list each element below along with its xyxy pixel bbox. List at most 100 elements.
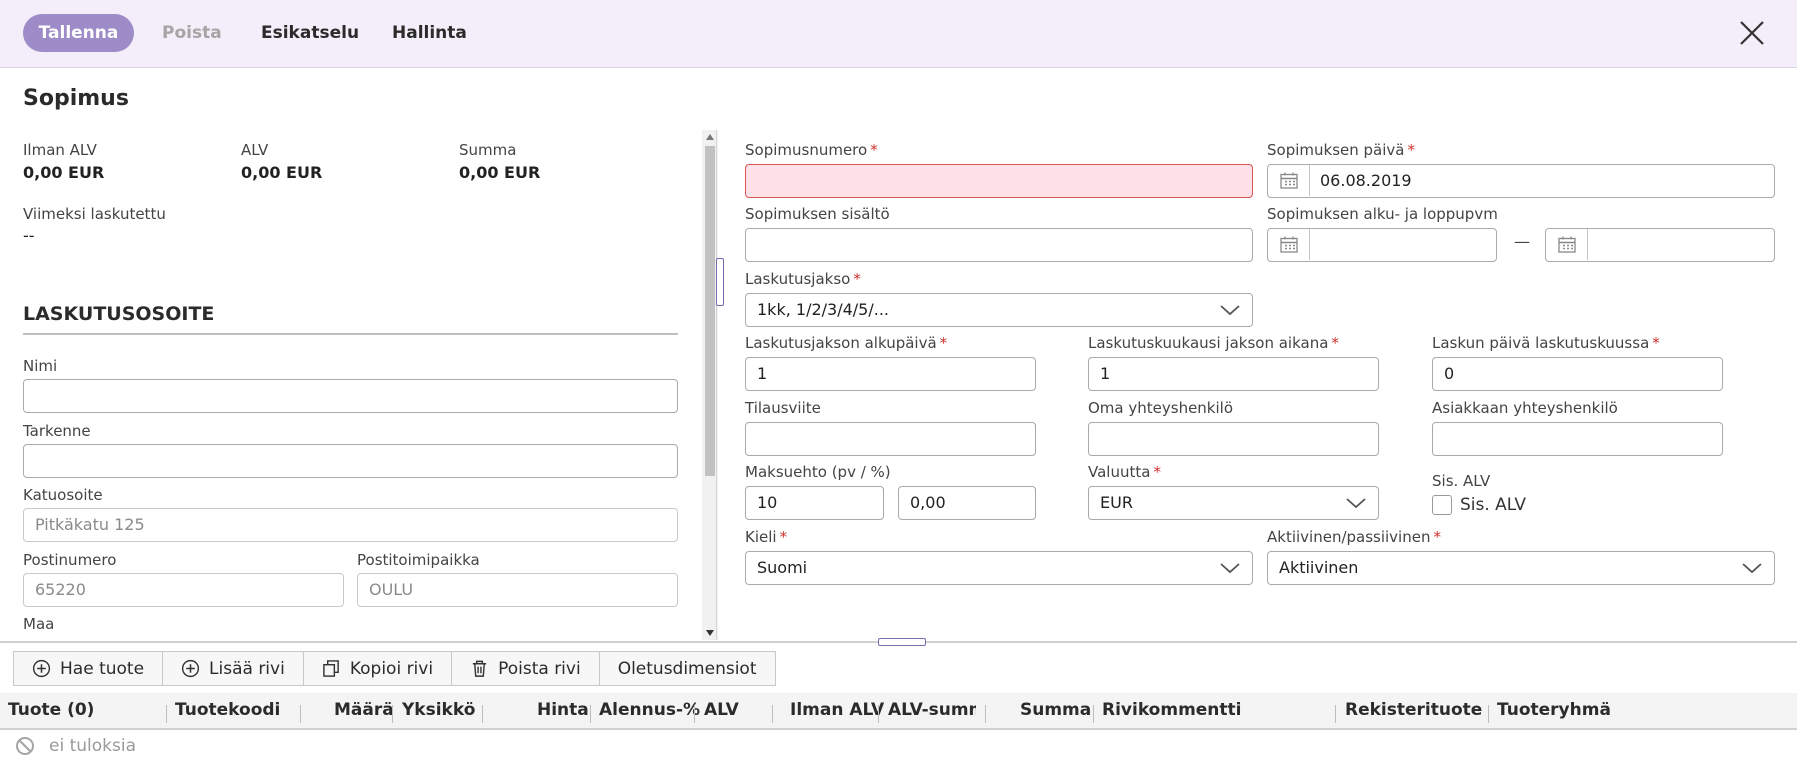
column-separator[interactable]	[482, 705, 483, 723]
billing-cycle-select[interactable]: 1kk, 1/2/3/4/5/...	[745, 293, 1253, 327]
currency-select[interactable]: EUR	[1088, 486, 1379, 520]
city-label: Postitoimipaikka	[357, 551, 480, 569]
manage-button[interactable]: Hallinta	[392, 14, 467, 52]
chevron-down-icon	[1346, 498, 1366, 509]
trash-icon	[472, 660, 487, 677]
invoice-day-label: Laskun päivä laskutuskuussa *	[1432, 334, 1660, 352]
column-header-vat[interactable]: ALV	[704, 693, 739, 728]
period-end-input[interactable]	[1545, 228, 1775, 262]
customer-contact-label: Asiakkaan yhteyshenkilö	[1432, 399, 1618, 417]
incl-vat-checkbox-label[interactable]: Sis. ALV	[1460, 495, 1526, 515]
calendar-icon[interactable]	[1546, 229, 1588, 260]
cycle-start-day-label: Laskutusjakson alkupäivä *	[745, 334, 948, 352]
column-separator[interactable]	[878, 705, 879, 723]
ex-vat-label: Ilman ALV	[23, 141, 97, 159]
close-icon[interactable]	[1737, 18, 1767, 48]
column-header-registered-product[interactable]: Rekisterituote	[1345, 693, 1482, 728]
default-dimensions-button[interactable]: Oletusdimensiot	[598, 651, 776, 686]
chevron-down-icon	[1742, 563, 1762, 574]
column-header-unit[interactable]: Yksikkö	[402, 693, 475, 728]
add-row-button[interactable]: Lisää rivi	[162, 651, 304, 686]
column-header-quantity[interactable]: Määrä	[334, 693, 394, 728]
delete-row-label: Poista rivi	[498, 658, 581, 679]
contract-number-input[interactable]	[745, 164, 1253, 198]
currency-value: EUR	[1100, 493, 1133, 512]
order-ref-input[interactable]	[745, 422, 1036, 456]
column-header-total[interactable]: Summa	[1020, 693, 1091, 728]
language-value: Suomi	[757, 558, 808, 577]
total-value: 0,00 EUR	[459, 163, 541, 182]
invoice-day-input[interactable]: 0	[1432, 357, 1723, 391]
calendar-icon[interactable]	[1268, 229, 1310, 260]
cycle-start-day-input[interactable]: 1	[745, 357, 1036, 391]
column-separator[interactable]	[694, 705, 695, 723]
billing-address-heading: LASKUTUSOSOITE	[23, 303, 678, 335]
period-dash: —	[1514, 232, 1530, 251]
column-separator[interactable]	[392, 705, 393, 723]
column-header-discount[interactable]: Alennus-%	[599, 693, 700, 728]
payment-days-input[interactable]: 10	[745, 486, 884, 520]
fetch-product-button[interactable]: Hae tuote	[13, 651, 164, 686]
scroll-up-icon[interactable]	[706, 134, 714, 140]
column-separator[interactable]	[590, 705, 591, 723]
delete-button[interactable]: Poista	[162, 14, 222, 52]
save-button[interactable]: Tallenna	[23, 14, 134, 52]
delete-row-button[interactable]: Poista rivi	[451, 651, 600, 686]
page-title: Sopimus	[23, 86, 129, 111]
column-header-product[interactable]: Tuote (0)	[8, 693, 94, 728]
column-separator[interactable]	[300, 705, 301, 723]
zip-input[interactable]: 65220	[23, 573, 344, 607]
customer-contact-input[interactable]	[1432, 422, 1723, 456]
horizontal-resize-handle[interactable]	[878, 638, 926, 646]
column-separator[interactable]	[1488, 705, 1489, 723]
vertical-divider	[716, 130, 717, 640]
column-separator[interactable]	[772, 705, 773, 723]
scrollbar-thumb[interactable]	[705, 146, 715, 476]
toolbar: Tallenna Poista Esikatselu Hallinta	[0, 0, 1797, 68]
scroll-down-icon[interactable]	[706, 630, 714, 636]
city-input[interactable]: OULU	[357, 573, 678, 607]
preview-button[interactable]: Esikatselu	[261, 14, 359, 52]
vertical-resize-handle[interactable]	[716, 258, 724, 306]
contract-number-label: Sopimusnumero *	[745, 141, 878, 159]
column-header-product-code[interactable]: Tuotekoodi	[175, 693, 280, 728]
contract-date-value: 06.08.2019	[1320, 171, 1412, 190]
default-dimensions-label: Oletusdimensiot	[617, 658, 757, 679]
own-contact-input[interactable]	[1088, 422, 1379, 456]
column-header-ex-vat[interactable]: Ilman ALV	[790, 693, 884, 728]
status-select[interactable]: Aktiivinen	[1267, 551, 1775, 585]
content-input[interactable]	[745, 228, 1253, 262]
language-select[interactable]: Suomi	[745, 551, 1253, 585]
ex-vat-value: 0,00 EUR	[23, 163, 105, 182]
column-separator[interactable]	[985, 705, 986, 723]
column-separator[interactable]	[1335, 705, 1336, 723]
street-input[interactable]: Pitkäkatu 125	[23, 508, 678, 542]
incl-vat-checkbox[interactable]	[1432, 495, 1452, 515]
chevron-down-icon	[1220, 305, 1240, 316]
column-separator[interactable]	[1093, 705, 1094, 723]
total-label: Summa	[459, 141, 517, 159]
grid-empty-state: ei tuloksia	[15, 736, 136, 756]
specifier-input[interactable]	[23, 444, 678, 478]
column-header-vat-sum[interactable]: ALV-summa	[888, 693, 976, 728]
period-start-input[interactable]	[1267, 228, 1497, 262]
column-header-price[interactable]: Hinta	[537, 693, 589, 728]
street-label: Katuosoite	[23, 486, 103, 504]
fetch-product-label: Hae tuote	[60, 658, 145, 679]
empty-text: ei tuloksia	[49, 736, 136, 756]
copy-row-button[interactable]: Kopioi rivi	[302, 651, 453, 686]
billing-cycle-label: Laskutusjakso *	[745, 270, 861, 288]
contract-date-input[interactable]: 06.08.2019	[1267, 164, 1775, 198]
vat-value: 0,00 EUR	[241, 163, 323, 182]
plus-circle-icon	[181, 659, 200, 678]
contract-date-label: Sopimuksen päivä *	[1267, 141, 1415, 159]
specifier-label: Tarkenne	[23, 422, 91, 440]
column-separator[interactable]	[166, 705, 167, 723]
column-header-product-group[interactable]: Tuoteryhmä	[1497, 693, 1611, 728]
column-header-row-comment[interactable]: Rivikommentti	[1102, 693, 1242, 728]
status-label: Aktiivinen/passiivinen *	[1267, 528, 1441, 546]
billing-month-input[interactable]: 1	[1088, 357, 1379, 391]
name-input[interactable]	[23, 379, 678, 413]
calendar-icon[interactable]	[1268, 165, 1310, 196]
payment-percent-input[interactable]: 0,00	[898, 486, 1036, 520]
